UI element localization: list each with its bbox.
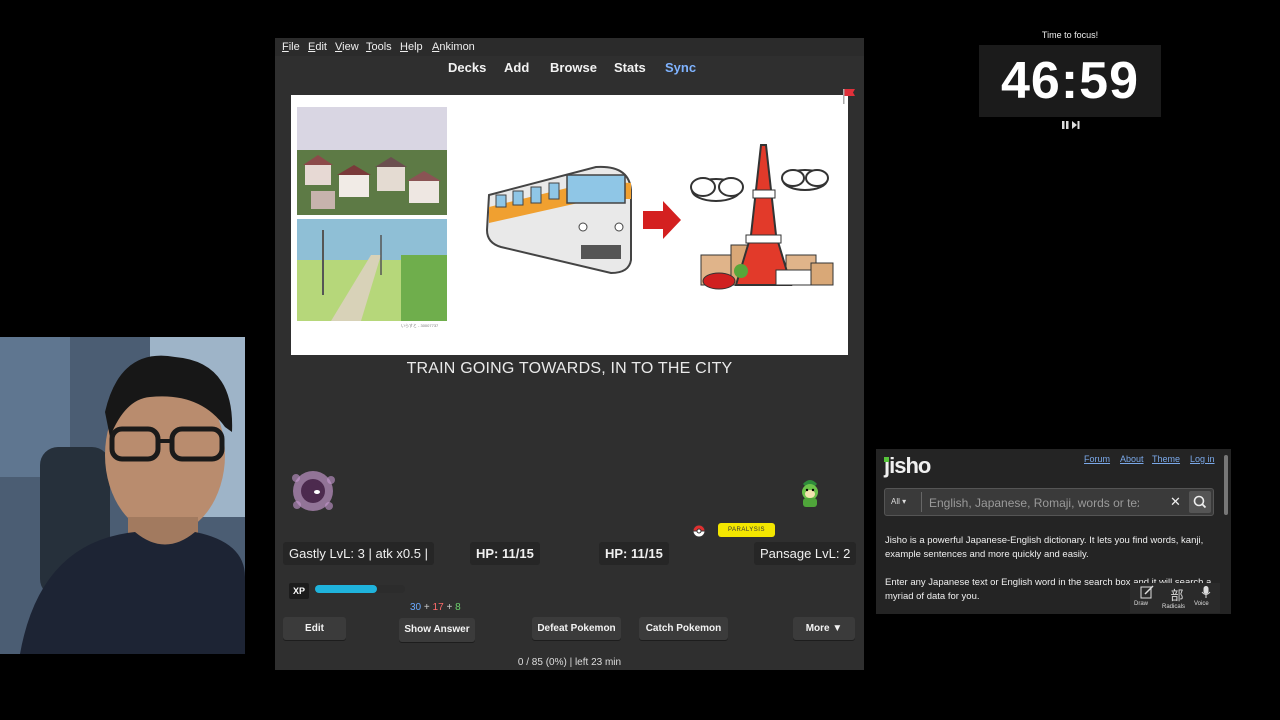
jisho-logo-mark xyxy=(884,457,889,462)
card-answer-text: TRAIN GOING TOWARDS, IN TO THE CITY xyxy=(406,360,733,377)
card-image: いらすと - 30007737 xyxy=(291,95,848,355)
search-icon xyxy=(1193,495,1207,509)
jisho-nav-about[interactable]: About xyxy=(1120,454,1144,464)
menu-view[interactable]: View xyxy=(335,41,359,53)
defeat-pokemon-button[interactable]: Defeat Pokemon xyxy=(532,617,621,640)
enemy-hp: HP: 11/15 xyxy=(599,542,669,565)
card-illustration: いらすと - 30007737 xyxy=(297,107,834,328)
search-button[interactable] xyxy=(1189,491,1211,513)
timer-title: Time to focus! xyxy=(1041,30,1099,40)
train-illustration xyxy=(485,165,632,275)
clear-icon[interactable]: ✕ xyxy=(1170,494,1181,510)
draw-tool[interactable]: Draw xyxy=(1134,585,1160,607)
review-count: 8 xyxy=(455,602,461,613)
voice-label: Voice xyxy=(1194,601,1209,607)
xp-label: XP xyxy=(289,583,310,599)
new-count: 30 xyxy=(410,602,422,613)
player-hp: HP: 11/15 xyxy=(470,542,540,565)
toolbar-add[interactable]: Add xyxy=(504,60,529,75)
focus-timer: 46:59 xyxy=(979,45,1161,117)
card-caption: いらすと - 30007737 xyxy=(401,323,439,328)
jisho-nav-forum[interactable]: Forum xyxy=(1084,454,1110,464)
main-toolbar: Decks Add Browse Stats Sync xyxy=(275,56,864,82)
jisho-search-input[interactable] xyxy=(927,494,1141,512)
jisho-search-bar: All ▾ ✕ xyxy=(884,488,1214,516)
player-pokemon-stats: Gastly LvL: 3 | atk x0.5 | xyxy=(283,542,434,565)
webcam-feed xyxy=(0,337,245,654)
radicals-icon: 部 xyxy=(1170,588,1184,603)
anki-window: File Edit View Tools Help Ankimon Decks … xyxy=(275,38,864,670)
jisho-nav-login[interactable]: Log in xyxy=(1190,454,1215,464)
learn-count: 17 xyxy=(432,602,444,613)
voice-tool[interactable]: Voice xyxy=(1194,585,1218,607)
jisho-logo[interactable]: jisho xyxy=(884,453,931,479)
menu-help[interactable]: Help xyxy=(400,41,423,53)
arrow-icon xyxy=(643,201,681,239)
enemy-pokemon-stats: Pansage LvL: 2 xyxy=(754,542,857,565)
menu-file[interactable]: File xyxy=(282,41,300,53)
search-divider xyxy=(921,492,922,512)
pokeball-icon xyxy=(692,524,706,538)
edit-button[interactable]: Edit xyxy=(283,617,346,640)
catch-pokemon-button[interactable]: Catch Pokemon xyxy=(639,617,728,640)
timer-controls xyxy=(1062,121,1084,131)
review-progress: 0 / 85 (0%) | left 23 min xyxy=(517,657,622,668)
jisho-intro: Jisho is a powerful Japanese-English dic… xyxy=(885,535,1204,560)
menu-tools[interactable]: Tools xyxy=(366,41,392,53)
toolbar-decks[interactable]: Decks xyxy=(448,60,486,75)
microphone-icon xyxy=(1201,586,1211,598)
xp-bar-fill xyxy=(315,585,378,593)
draw-icon xyxy=(1140,585,1154,599)
toolbar-stats[interactable]: Stats xyxy=(614,60,646,75)
jisho-filter-select[interactable]: All ▾ xyxy=(891,497,906,506)
card-counts: 30 + 17 + 8 xyxy=(410,602,461,613)
menu-bar: File Edit View Tools Help Ankimon xyxy=(275,38,864,56)
radicals-label: Radicals xyxy=(1162,604,1186,610)
pansage-sprite xyxy=(802,480,818,507)
webcam-image xyxy=(0,337,245,654)
skip-icon[interactable] xyxy=(1072,121,1080,129)
timer-value: 46:59 xyxy=(1001,52,1139,110)
count-separator: + xyxy=(446,602,453,613)
toolbar-browse[interactable]: Browse xyxy=(550,60,597,75)
xp-bar xyxy=(315,585,405,593)
show-answer-button[interactable]: Show Answer xyxy=(399,618,475,642)
jisho-scrollbar[interactable] xyxy=(1224,455,1228,515)
draw-label: Draw xyxy=(1134,601,1149,607)
jisho-input-tools: Draw 部 Radicals Voice xyxy=(1130,583,1220,613)
flag-icon[interactable] xyxy=(842,88,856,104)
count-separator: + xyxy=(423,602,430,613)
more-button[interactable]: More ▼ xyxy=(793,617,855,640)
radicals-tool[interactable]: 部 Radicals xyxy=(1162,585,1192,610)
pause-icon[interactable] xyxy=(1062,121,1069,129)
menu-ankimon[interactable]: Ankimon xyxy=(432,41,475,53)
status-badge: PARALYSIS xyxy=(718,523,775,537)
tokyo-tower-illustration xyxy=(700,144,834,290)
jisho-nav-theme[interactable]: Theme xyxy=(1152,454,1180,464)
jisho-panel: jisho Forum About Theme Log in All ▾ ✕ J… xyxy=(876,449,1231,614)
toolbar-sync[interactable]: Sync xyxy=(665,60,696,75)
menu-edit[interactable]: Edit xyxy=(308,41,327,53)
timer-buttons xyxy=(1062,121,1080,129)
gastly-sprite xyxy=(292,471,335,511)
